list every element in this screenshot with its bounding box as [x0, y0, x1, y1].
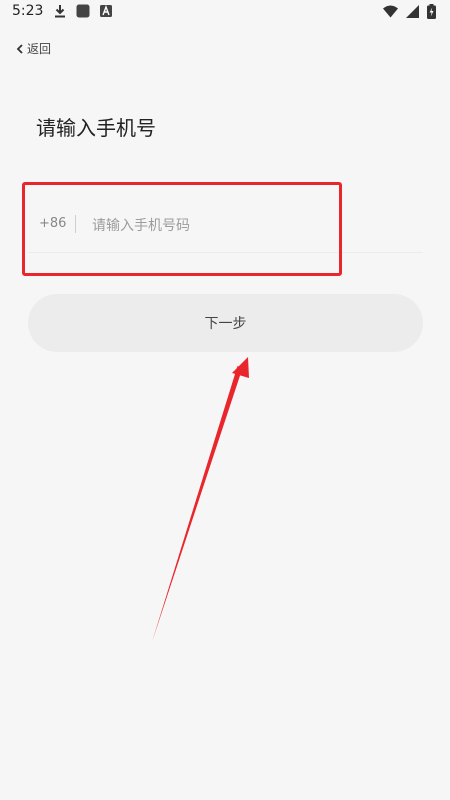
download-icon [54, 4, 66, 18]
back-button[interactable]: 返回 [16, 40, 51, 57]
country-code[interactable]: +86 [39, 216, 66, 231]
status-icons-left [54, 4, 112, 18]
annotation-arrow-head [232, 357, 249, 378]
next-step-button[interactable]: 下一步 [28, 294, 423, 352]
status-time: 5:23 [12, 3, 44, 19]
phone-number-input[interactable] [90, 210, 414, 242]
status-bar: 5:23 [0, 0, 450, 24]
battery-charging-icon [427, 4, 436, 19]
signal-icon [406, 5, 419, 18]
country-code-divider [75, 215, 76, 233]
page-title: 请输入手机号 [36, 116, 156, 140]
back-label: 返回 [27, 42, 52, 56]
wifi-icon [383, 5, 398, 18]
chevron-left-icon [16, 43, 24, 54]
annotation-arrow-shaft [152, 366, 243, 642]
keyboard-a-icon [100, 5, 112, 17]
app-square-icon [76, 4, 90, 18]
phone-input-row: +86 [28, 200, 423, 253]
status-icons-right [383, 4, 436, 19]
